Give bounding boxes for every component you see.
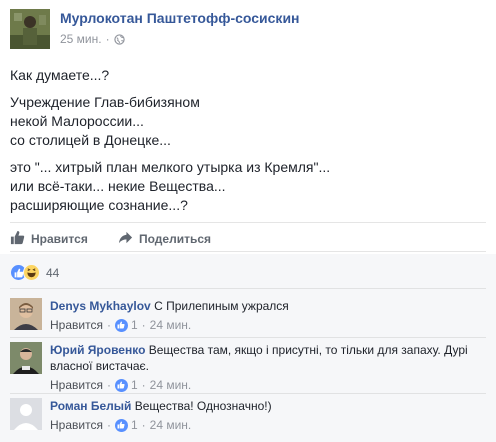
reaction-count: 44 [46, 265, 60, 280]
divider [10, 393, 486, 394]
post-paragraph: Учреждение Глав-бибизяном некой Малоросс… [10, 94, 200, 148]
post-paragraph: это "... хитрый план мелкого утырка из К… [10, 159, 331, 213]
post-timestamp[interactable]: 25 мин. [60, 32, 102, 46]
comment-body: Роман Белый Вещества! Однозначно!) Нрави… [50, 398, 486, 433]
commenter-avatar[interactable] [10, 298, 42, 330]
comment-like-count[interactable]: 1 [131, 317, 138, 333]
comment-like-button[interactable]: Нравится [50, 317, 103, 333]
post-meta: 25 мин. · [60, 32, 125, 46]
commenter-name[interactable]: Роман Белый [50, 399, 131, 413]
like-badge-icon [114, 318, 128, 332]
comment-meta: Нравится · 1 · 24 мин. [50, 417, 192, 433]
comment-timestamp[interactable]: 24 мин. [150, 417, 192, 433]
divider [10, 337, 486, 338]
comment-like-count[interactable]: 1 [131, 377, 138, 393]
share-button-label: Поделиться [139, 232, 212, 246]
post-card: Мурлокотан Паштетофф-сосискин 25 мин. · … [0, 0, 496, 442]
reactions-summary[interactable]: 44 [10, 264, 59, 281]
author-name[interactable]: Мурлокотан Паштетофф-сосискин [60, 10, 300, 26]
comment-body: Denys Mykhaylov С Прилепиным ужрался Нра… [50, 298, 486, 333]
comments-section: 44 Denys Mykhaylov С Прилепиным ужрался [0, 254, 496, 442]
comment-timestamp[interactable]: 24 мин. [150, 377, 192, 393]
comment-like-button[interactable]: Нравится [50, 417, 103, 433]
comment-meta: Нравится · 1 · 24 мин. [50, 317, 192, 333]
comment-text: С Прилепиным ужрался [154, 299, 289, 313]
comment-meta: Нравится · 1 · 24 мин. [50, 377, 192, 393]
commenter-name[interactable]: Юрий Яровенко [50, 343, 145, 357]
comment-body: Юрий Яровенко Вещества там, якщо і прису… [50, 342, 486, 393]
comment-timestamp[interactable]: 24 мин. [150, 317, 192, 333]
comment-like-button[interactable]: Нравится [50, 377, 103, 393]
divider [10, 288, 486, 289]
post-actions: Нравится Поделиться [10, 222, 486, 252]
author-avatar[interactable] [10, 9, 50, 49]
commenter-avatar[interactable] [10, 342, 42, 374]
post-header: Мурлокотан Паштетофф-сосискин 25 мин. · [10, 9, 480, 53]
like-badge-icon [114, 418, 128, 432]
post-body: Как думаете...? Учреждение Глав-бибизяно… [10, 66, 486, 223]
comment-text: Вещества! Однозначно!) [134, 399, 272, 413]
thumbs-up-icon [10, 230, 25, 248]
haha-reaction-icon [23, 264, 40, 281]
like-button[interactable]: Нравится [10, 230, 88, 248]
like-badge-icon [114, 378, 128, 392]
commenter-avatar[interactable] [10, 398, 42, 430]
share-arrow-icon [118, 230, 133, 248]
share-button[interactable]: Поделиться [118, 230, 211, 248]
comment-like-count[interactable]: 1 [131, 417, 138, 433]
commenter-name[interactable]: Denys Mykhaylov [50, 299, 151, 313]
like-button-label: Нравится [31, 232, 88, 246]
globe-icon[interactable] [113, 33, 125, 45]
post-paragraph: Как думаете...? [10, 67, 110, 83]
